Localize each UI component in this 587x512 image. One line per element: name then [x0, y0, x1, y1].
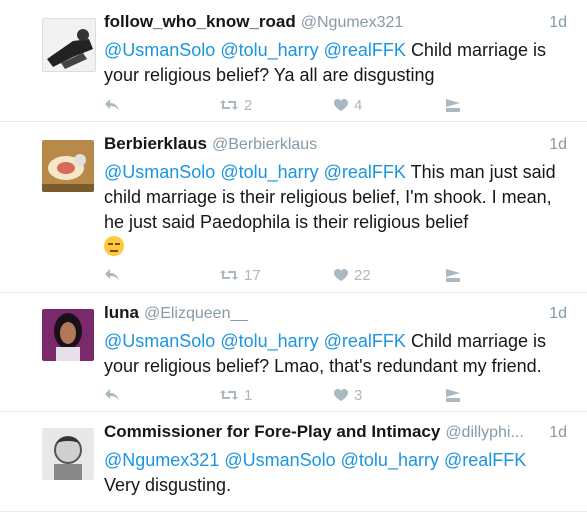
reply-icon	[105, 269, 119, 281]
display-name[interactable]: follow_who_know_road	[104, 12, 296, 32]
message-icon	[446, 388, 460, 402]
avatar[interactable]	[42, 140, 94, 192]
display-name[interactable]: luna	[104, 303, 139, 323]
message-icon	[446, 268, 460, 282]
like-button[interactable]: 22	[334, 267, 371, 284]
timestamp[interactable]: 1d	[543, 305, 567, 323]
avatar[interactable]	[42, 309, 94, 361]
tweet[interactable]: Berbierklaus @Berbierklaus 1d @UsmanSolo…	[0, 122, 587, 293]
like-icon	[334, 388, 348, 401]
display-name[interactable]: Commissioner for Fore-Play and Intimacy	[104, 422, 440, 442]
tweet-text: @UsmanSolo @tolu_harry @realFFK Child ma…	[104, 38, 567, 88]
like-count: 22	[354, 266, 371, 284]
tweet-text: @UsmanSolo @tolu_harry @realFFK This man…	[104, 160, 567, 260]
display-name[interactable]: Berbierklaus	[104, 134, 207, 154]
retweet-icon	[220, 100, 238, 110]
retweet-button[interactable]: 17	[220, 267, 261, 284]
reply-button[interactable]	[104, 388, 120, 402]
message-button[interactable]	[446, 268, 460, 282]
tweet[interactable]: follow_who_know_road @Ngumex321 1d @Usma…	[0, 0, 587, 122]
like-button[interactable]: 4	[334, 97, 362, 114]
retweet-count: 1	[244, 386, 253, 404]
message-button[interactable]	[446, 98, 460, 112]
retweet-icon	[220, 390, 238, 400]
user-handle[interactable]: @Ngumex321	[301, 14, 404, 32]
retweet-count: 17	[244, 266, 261, 284]
retweet-button[interactable]: 1	[220, 387, 252, 404]
timestamp[interactable]: 1d	[543, 14, 567, 32]
message-icon	[446, 98, 460, 112]
tweet-text: @UsmanSolo @tolu_harry @realFFK Child ma…	[104, 329, 567, 379]
message-button[interactable]	[446, 388, 460, 402]
reply-icon	[105, 99, 119, 111]
tweet-body: Very disgusting.	[104, 475, 232, 495]
weary-face-emoji	[104, 236, 124, 256]
mentions[interactable]: @UsmanSolo @tolu_harry @realFFK	[104, 331, 406, 351]
retweet-button[interactable]: 2	[220, 97, 252, 114]
like-button[interactable]: 3	[334, 387, 362, 404]
mentions[interactable]: @UsmanSolo @tolu_harry @realFFK	[104, 162, 406, 182]
timestamp[interactable]: 1d	[543, 424, 567, 442]
user-handle[interactable]: @dillyphi...	[445, 424, 524, 442]
retweet-icon	[220, 270, 238, 280]
avatar[interactable]	[42, 428, 94, 480]
mentions[interactable]: @UsmanSolo @tolu_harry @realFFK	[104, 40, 406, 60]
retweet-count: 2	[244, 96, 253, 114]
user-handle[interactable]: @Berbierklaus	[212, 136, 317, 154]
avatar[interactable]	[42, 18, 96, 72]
reply-icon	[105, 389, 119, 401]
user-handle[interactable]: @Elizqueen__	[144, 305, 248, 323]
like-icon	[334, 98, 348, 111]
tweet[interactable]: Commissioner for Fore-Play and Intimacy …	[0, 412, 587, 512]
like-count: 4	[354, 96, 363, 114]
tweet-text: @Ngumex321 @UsmanSolo @tolu_harry @realF…	[104, 448, 567, 498]
reply-button[interactable]	[104, 98, 120, 112]
mentions[interactable]: @Ngumex321 @UsmanSolo @tolu_harry @realF…	[104, 450, 526, 470]
like-icon	[334, 268, 348, 281]
timestamp[interactable]: 1d	[543, 136, 567, 154]
tweet[interactable]: luna @Elizqueen__ 1d @UsmanSolo @tolu_ha…	[0, 293, 587, 412]
like-count: 3	[354, 386, 363, 404]
reply-button[interactable]	[104, 268, 120, 282]
